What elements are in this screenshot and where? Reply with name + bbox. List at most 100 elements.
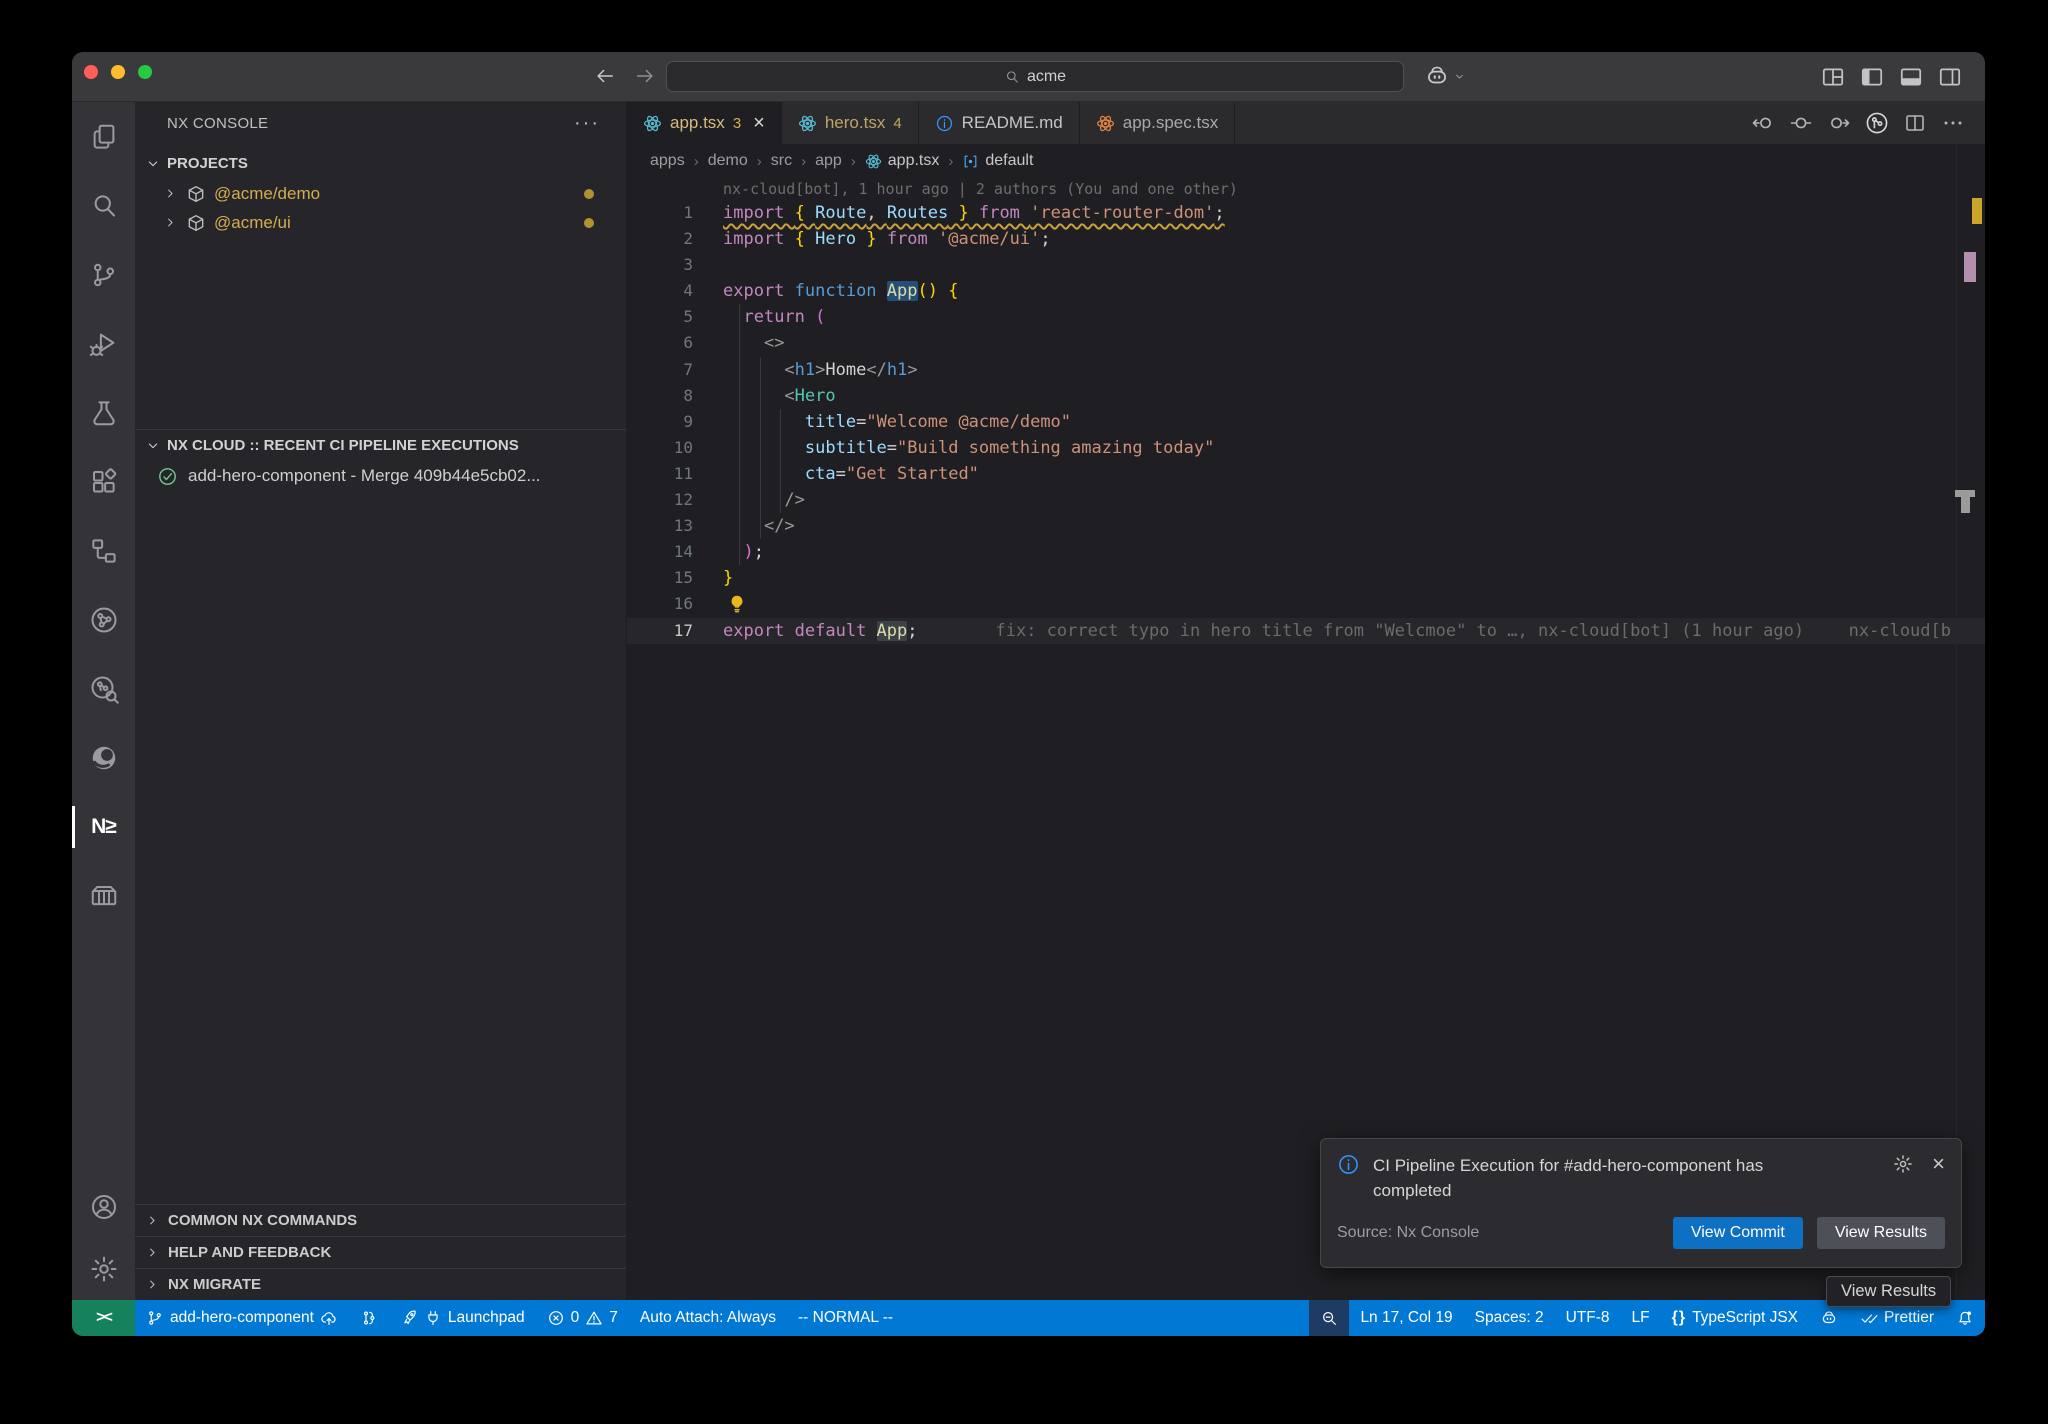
activity-item-containers[interactable] [72, 861, 135, 930]
activity-item-account[interactable] [72, 1176, 135, 1238]
code-line-9[interactable]: 9 title="Welcome @acme/demo" [627, 409, 1985, 435]
tab-app.tsx[interactable]: app.tsx3× [627, 102, 782, 144]
code-line-10[interactable]: 10 subtitle="Build something amazing tod… [627, 435, 1985, 461]
code-line-1[interactable]: 1import { Route, Routes } from 'react-ro… [627, 200, 1985, 226]
status-eol[interactable]: LF [1621, 1300, 1661, 1336]
breadcrumb-item-app.tsx[interactable]: app.tsx [865, 152, 940, 170]
tab-label: app.spec.tsx [1123, 113, 1218, 133]
vscode-window: acme N≥ NX CONSOLE ··· PROJECTS @acme/de… [72, 52, 1985, 1336]
notification-close-icon[interactable]: × [1932, 1153, 1945, 1175]
breadcrumb: apps›demo›src›app›app.tsx›default [627, 144, 1985, 178]
notification-toast: CI Pipeline Execution for #add-hero-comp… [1320, 1138, 1962, 1268]
cloud-upload-icon [320, 1309, 338, 1327]
code-line-16[interactable]: 16 [627, 591, 1985, 617]
breadcrumb-item-src[interactable]: src [771, 152, 792, 170]
code-editor[interactable]: nx-cloud[bot], 1 hour ago | 2 authors (Y… [627, 178, 1985, 644]
status-notifications-bell[interactable] [1945, 1300, 1985, 1336]
sidebar-section-nx-migrate[interactable]: NX MIGRATE [135, 1268, 626, 1300]
code-line-4[interactable]: 4export function App() { [627, 278, 1985, 304]
projects-section-header[interactable]: PROJECTS [135, 148, 626, 179]
view-results-button[interactable]: View Results [1817, 1217, 1945, 1249]
navigate-back-button[interactable] [594, 65, 618, 89]
tab-app.spec.tsx[interactable]: app.spec.tsx [1080, 102, 1235, 144]
activity-item-edge-browser[interactable] [72, 723, 135, 792]
code-line-5[interactable]: 5 return ( [627, 304, 1985, 330]
code-line-12[interactable]: 12 /> [627, 487, 1985, 513]
layout-sidebar-left-button[interactable] [1859, 64, 1885, 90]
activity-item-nx-console[interactable]: N≥ [72, 792, 135, 861]
remote-indicator[interactable]: >< [72, 1300, 135, 1336]
activity-item-search[interactable] [72, 171, 135, 240]
activity-item-run-debug[interactable] [72, 309, 135, 378]
activity-item-source-control[interactable] [72, 240, 135, 309]
code-line-17[interactable]: 17export default App;fix: correct typo i… [627, 618, 1985, 644]
activity-item-references[interactable] [72, 516, 135, 585]
status-auto-attach[interactable]: Auto Attach: Always [629, 1300, 787, 1336]
command-center-search[interactable]: acme [666, 61, 1404, 92]
split-editor-button[interactable] [1903, 111, 1927, 135]
pipeline-execution-item[interactable]: add-hero-component - Merge 409b44e5cb02.… [135, 461, 626, 491]
layout-sidebar-right-button[interactable] [1937, 64, 1963, 90]
nx-project-graph-icon [89, 605, 119, 635]
activity-item-explorer[interactable] [72, 102, 135, 171]
code-line-11[interactable]: 11 cta="Get Started" [627, 461, 1985, 487]
activity-item-settings[interactable] [72, 1238, 135, 1300]
code-line-7[interactable]: 7 <h1>Home</h1> [627, 357, 1985, 383]
nx-graph-circled-button[interactable] [1865, 111, 1889, 135]
activity-item-extensions[interactable] [72, 447, 135, 516]
tab-README.md[interactable]: README.md [919, 102, 1080, 144]
navigate-forward-button[interactable] [634, 65, 658, 89]
status-indentation[interactable]: Spaces: 2 [1464, 1300, 1555, 1336]
status-encoding[interactable]: UTF-8 [1555, 1300, 1621, 1336]
minimize-window-button[interactable] [111, 65, 125, 79]
code-line-15[interactable]: 15} [627, 565, 1985, 591]
breadcrumb-item-apps[interactable]: apps [650, 152, 685, 170]
code-line-14[interactable]: 14 ); [627, 539, 1985, 565]
close-tab-icon[interactable]: × [753, 112, 765, 135]
prev-change-button[interactable] [1751, 111, 1775, 135]
breadcrumb-item-default[interactable]: default [962, 152, 1033, 170]
activity-item-nx-project-graph[interactable] [72, 585, 135, 654]
code-line-13[interactable]: 13 </> [627, 513, 1985, 539]
sidebar-section-help-and-feedback[interactable]: HELP AND FEEDBACK [135, 1236, 626, 1268]
project-label: @acme/demo [214, 184, 320, 204]
breadcrumb-label: app.tsx [888, 152, 940, 170]
project-item[interactable]: @acme/ui [135, 208, 626, 237]
plug-icon [424, 1309, 442, 1327]
sidebar-more-actions-icon[interactable]: ··· [574, 112, 600, 135]
nx-cloud-section-header[interactable]: NX CLOUD :: RECENT CI PIPELINE EXECUTION… [135, 430, 626, 461]
code-line-2[interactable]: 2import { Hero } from '@acme/ui'; [627, 226, 1985, 252]
activity-item-testing[interactable] [72, 378, 135, 447]
project-item[interactable]: @acme/demo [135, 179, 626, 208]
status-cursor-position[interactable]: Ln 17, Col 19 [1349, 1300, 1463, 1336]
code-line-6[interactable]: 6 <> [627, 330, 1985, 356]
next-change-button[interactable] [1827, 111, 1851, 135]
status-problems[interactable]: 07 [536, 1300, 629, 1336]
view-commit-button[interactable]: View Commit [1673, 1217, 1803, 1249]
code-line-3[interactable]: 3 [627, 252, 1985, 278]
layout-panel-button[interactable] [1898, 64, 1924, 90]
breadcrumb-item-demo[interactable]: demo [708, 152, 748, 170]
code-line-8[interactable]: 8 <Hero [627, 383, 1985, 409]
activity-item-nx-graph-search[interactable] [72, 654, 135, 723]
close-window-button[interactable] [84, 65, 98, 79]
sidebar-section-common-nx-commands[interactable]: COMMON NX COMMANDS [135, 1204, 626, 1236]
status-vim-mode[interactable]: -- NORMAL -- [787, 1300, 904, 1336]
status-branch[interactable]: add-hero-component [135, 1300, 349, 1336]
status-language-mode[interactable]: {}TypeScript JSX [1661, 1300, 1809, 1336]
zoom-window-button[interactable] [138, 65, 152, 79]
status-zoom-indicator[interactable] [1309, 1300, 1349, 1336]
ellipsis-button[interactable] [1941, 111, 1965, 135]
zoom-out-icon [1320, 1309, 1338, 1327]
status-launchpad[interactable]: Launchpad [389, 1300, 536, 1336]
notification-settings-icon[interactable] [1892, 1153, 1914, 1175]
tab-hero.tsx[interactable]: hero.tsx4 [782, 102, 919, 144]
change-dash-button[interactable] [1789, 111, 1813, 135]
sidebar-nx-console: NX CONSOLE ··· PROJECTS @acme/demo@acme/… [135, 102, 627, 1300]
customize-layout-button[interactable] [1820, 64, 1846, 90]
copilot-menu[interactable] [1424, 63, 1467, 89]
breadcrumb-item-app[interactable]: app [815, 152, 842, 170]
status-compare-changes[interactable] [349, 1300, 389, 1336]
lightbulb-icon[interactable] [726, 593, 748, 615]
breadcrumb-label: apps [650, 152, 685, 170]
